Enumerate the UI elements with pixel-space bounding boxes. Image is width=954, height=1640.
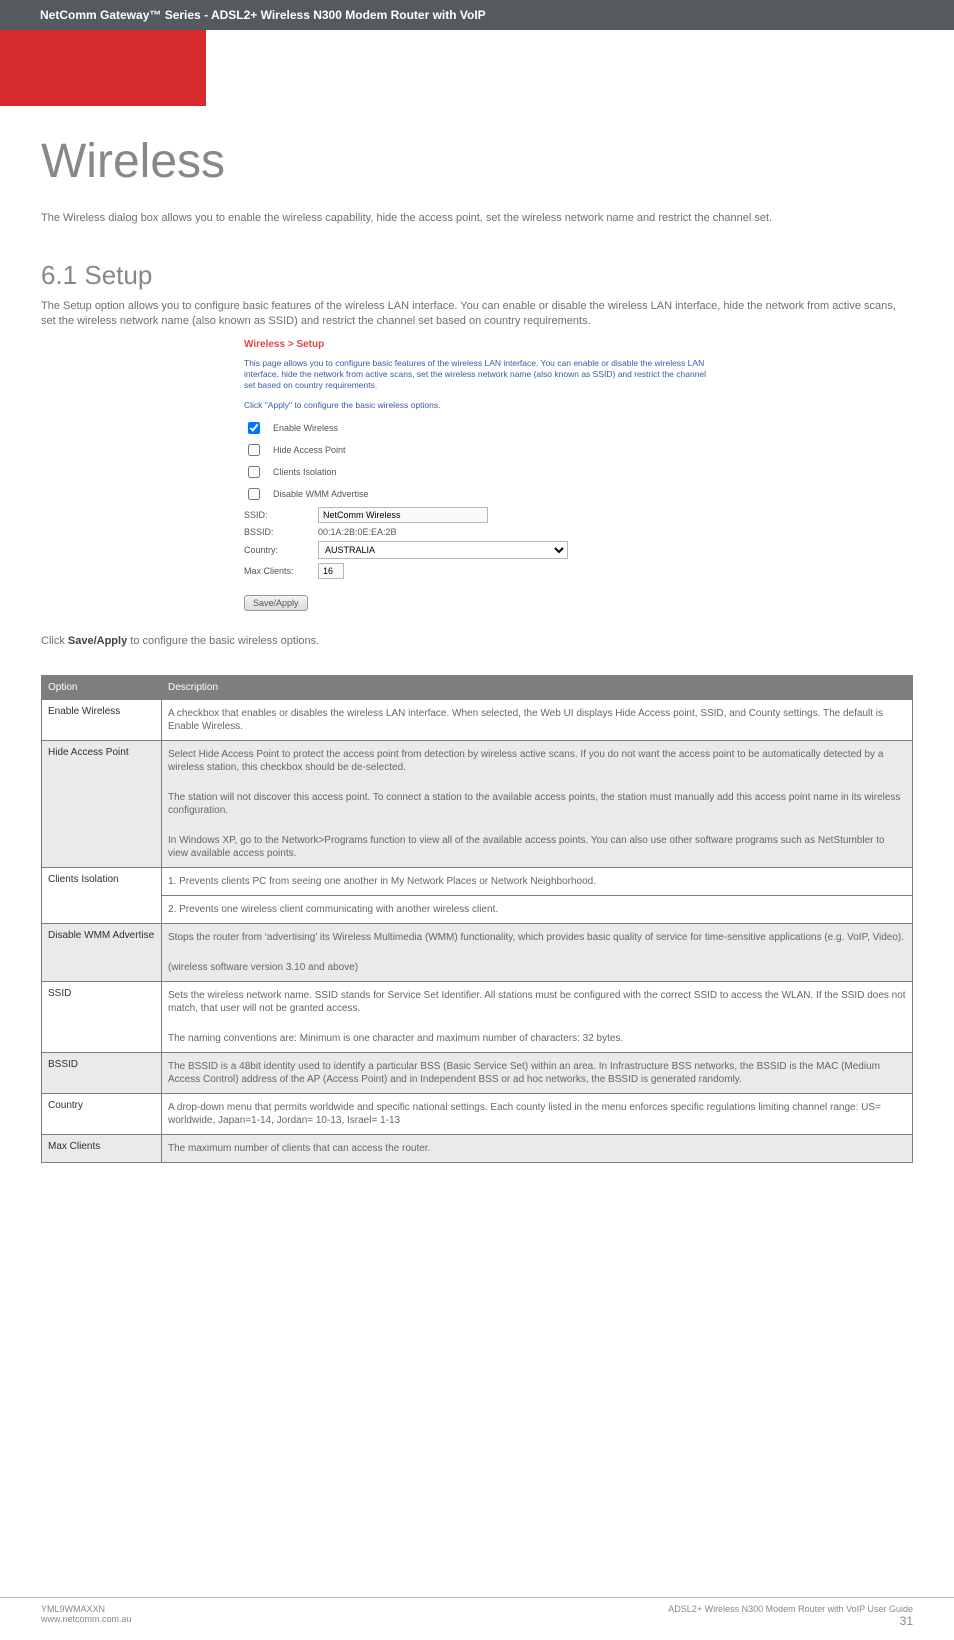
page-footer: YML9WMAXXN www.netcomm.com.au ADSL2+ Wir… [0, 1597, 954, 1640]
table-row: Max Clients The maximum number of clients… [42, 1135, 913, 1163]
footer-right-line1: ADSL2+ Wireless N300 Modem Router with V… [668, 1604, 913, 1614]
option-value: A drop-down menu that permits worldwide … [162, 1094, 913, 1135]
table-row: CountryA drop-down menu that permits wor… [42, 1094, 913, 1135]
option-value: Stops the router from ‘advertising’ its … [162, 924, 913, 982]
option-key: Max Clients [42, 1135, 162, 1163]
bssid-label: BSSID: [244, 527, 304, 537]
max-clients-row: Max Clients: [244, 563, 710, 579]
section-intro: The Setup option allows you to configure… [41, 299, 913, 329]
bssid-value: 00:1A:2B:0E:EA:2B [318, 527, 397, 537]
country-label: Country: [244, 545, 304, 555]
click-save-suffix: to configure the basic wireless options. [127, 635, 319, 647]
hide-ap-label: Hide Access Point [273, 445, 346, 455]
option-value: 2. Prevents one wireless client communic… [162, 896, 913, 924]
disable-wmm-row: Disable WMM Advertise [244, 485, 710, 503]
click-save-prefix: Click [41, 635, 68, 647]
option-value-line: A drop-down menu that permits worldwide … [168, 1101, 906, 1127]
table-row: 2. Prevents one wireless client communic… [42, 896, 913, 924]
option-value-line: In Windows XP, go to the Network>Program… [168, 834, 906, 860]
table-row: BSSIDThe BSSID is a 48bit identity used … [42, 1053, 913, 1094]
panel-description-2: Click "Apply" to configure the basic wir… [244, 400, 710, 411]
clients-isolation-label: Clients Isolation [273, 467, 337, 477]
option-value: 1. Prevents clients PC from seeing one a… [162, 868, 913, 896]
top-banner: NetComm Gateway™ Series - ADSL2+ Wireles… [0, 0, 954, 30]
table-header-row: Option Description [42, 676, 913, 700]
hide-ap-checkbox[interactable] [248, 444, 260, 456]
ssid-input[interactable] [318, 507, 488, 523]
footer-left-line2: www.netcomm.com.au [41, 1614, 132, 1624]
intro-paragraph: The Wireless dialog box allows you to en… [41, 211, 913, 226]
settings-panel-wrap: Wireless > Setup This page allows you to… [41, 339, 913, 612]
page-title: Wireless [41, 134, 913, 189]
option-value-line: Sets the wireless network name. SSID sta… [168, 989, 906, 1015]
option-value-line: Select Hide Access Point to protect the … [168, 748, 906, 774]
option-key: Enable Wireless [42, 700, 162, 741]
option-value-line: 2. Prevents one wireless client communic… [168, 903, 906, 916]
bssid-row: BSSID: 00:1A:2B:0E:EA:2B [244, 527, 710, 537]
country-row: Country: AUSTRALIA [244, 541, 710, 559]
footer-page-number: 31 [668, 1614, 913, 1628]
option-value: A checkbox that enables or disables the … [162, 700, 913, 741]
settings-panel: Wireless > Setup This page allows you to… [244, 339, 710, 612]
table-row: SSIDSets the wireless network name. SSID… [42, 982, 913, 1053]
enable-wireless-row: Enable Wireless [244, 419, 710, 437]
clients-isolation-row: Clients Isolation [244, 463, 710, 481]
red-accent-block [0, 30, 206, 106]
click-save-note: Click Save/Apply to configure the basic … [41, 635, 913, 647]
enable-wireless-checkbox[interactable] [248, 422, 260, 434]
option-key: Clients Isolation [42, 868, 162, 924]
page-content: Wireless The Wireless dialog box allows … [0, 106, 954, 1187]
option-value-line: A checkbox that enables or disables the … [168, 707, 906, 733]
option-key: Country [42, 1094, 162, 1135]
disable-wmm-label: Disable WMM Advertise [273, 489, 369, 499]
option-key: Disable WMM Advertise [42, 924, 162, 982]
option-value: Select Hide Access Point to protect the … [162, 741, 913, 868]
option-key: BSSID [42, 1053, 162, 1094]
panel-breadcrumb: Wireless > Setup [244, 339, 710, 350]
country-select[interactable]: AUSTRALIA [318, 541, 568, 559]
ssid-label: SSID: [244, 510, 304, 520]
option-value-line: Stops the router from ‘advertising’ its … [168, 931, 906, 944]
table-row: Disable WMM Advertise Stops the router fr… [42, 924, 913, 982]
option-value: Sets the wireless network name. SSID sta… [162, 982, 913, 1053]
footer-left-line1: YML9WMAXXN [41, 1604, 132, 1614]
save-apply-button[interactable]: Save/Apply [244, 595, 308, 611]
enable-wireless-label: Enable Wireless [273, 423, 338, 433]
option-value-line: The BSSID is a 48bit identity used to id… [168, 1060, 906, 1086]
click-save-bold: Save/Apply [68, 635, 127, 647]
table-row: Hide Access PointSelect Hide Access Poin… [42, 741, 913, 868]
option-value-line: The station will not discover this acces… [168, 791, 906, 817]
clients-isolation-checkbox[interactable] [248, 466, 260, 478]
options-table: Option Description Enable WirelessA chec… [41, 675, 913, 1163]
header-description: Description [162, 676, 913, 700]
section-heading: 6.1 Setup [41, 260, 913, 291]
max-clients-input[interactable] [318, 563, 344, 579]
max-clients-label: Max Clients: [244, 566, 304, 576]
footer-right: ADSL2+ Wireless N300 Modem Router with V… [668, 1604, 913, 1628]
option-value-line: The naming conventions are: Minimum is o… [168, 1032, 906, 1045]
footer-left: YML9WMAXXN www.netcomm.com.au [41, 1604, 132, 1628]
table-row: Enable WirelessA checkbox that enables o… [42, 700, 913, 741]
option-value: The maximum number of clients that can a… [162, 1135, 913, 1163]
option-key: Hide Access Point [42, 741, 162, 868]
option-value-line: (wireless software version 3.10 and abov… [168, 961, 906, 974]
option-key: SSID [42, 982, 162, 1053]
header-option: Option [42, 676, 162, 700]
banner-text: NetComm Gateway™ Series - ADSL2+ Wireles… [40, 8, 486, 22]
table-row: Clients Isolation1. Prevents clients PC … [42, 868, 913, 896]
disable-wmm-checkbox[interactable] [248, 488, 260, 500]
ssid-row: SSID: [244, 507, 710, 523]
panel-description-1: This page allows you to configure basic … [244, 358, 710, 392]
option-value-line: The maximum number of clients that can a… [168, 1142, 906, 1155]
hide-ap-row: Hide Access Point [244, 441, 710, 459]
option-value: The BSSID is a 48bit identity used to id… [162, 1053, 913, 1094]
option-value-line: 1. Prevents clients PC from seeing one a… [168, 875, 906, 888]
